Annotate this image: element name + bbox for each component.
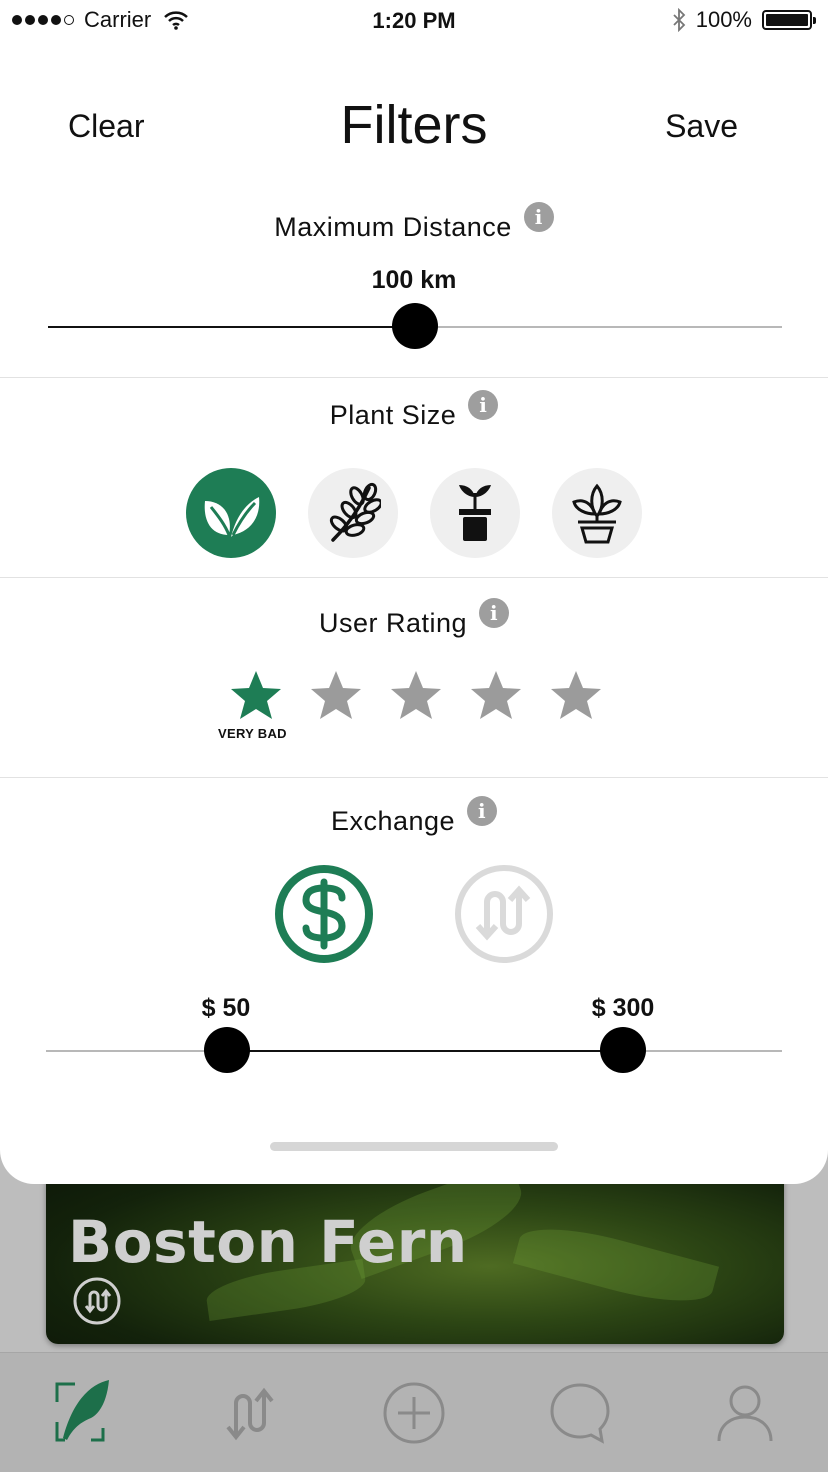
- divider: [0, 577, 828, 578]
- price-slider-max-thumb[interactable]: [600, 1027, 646, 1073]
- info-icon[interactable]: i: [523, 202, 554, 232]
- tab-feed[interactable]: [43, 1373, 123, 1453]
- card-image-decoration: [512, 1214, 720, 1316]
- chat-icon: [550, 1382, 610, 1444]
- profile-icon: [717, 1385, 773, 1441]
- plant-size-title: Plant Size: [329, 400, 457, 430]
- card-title: Boston Fern: [68, 1208, 468, 1276]
- plant-size-option-4[interactable]: [552, 468, 642, 558]
- exchange-option-money[interactable]: [274, 864, 374, 964]
- user-rating-title: User Rating: [318, 608, 468, 638]
- info-icon[interactable]: i: [468, 390, 499, 420]
- rating-caption: VERY BAD: [218, 726, 287, 741]
- tab-exchange[interactable]: [208, 1373, 288, 1453]
- star-icon[interactable]: [466, 666, 526, 726]
- swap-icon: [226, 1387, 274, 1440]
- plant-size-option-2[interactable]: [308, 468, 398, 558]
- exchange-title: Exchange: [330, 806, 456, 836]
- exchange-option-swap[interactable]: [454, 864, 554, 964]
- star-icon[interactable]: [226, 666, 286, 726]
- bluetooth-icon: [673, 8, 685, 32]
- large-potted-plant-icon: [572, 483, 622, 544]
- small-potted-plant-icon: [459, 485, 491, 541]
- tab-bar: [0, 1352, 828, 1472]
- battery-percent: 100%: [695, 7, 752, 32]
- distance-value: 100 km: [371, 266, 457, 294]
- add-icon: [383, 1382, 445, 1443]
- distance-slider-fill: [48, 326, 415, 328]
- info-icon[interactable]: i: [479, 598, 510, 628]
- star-icon[interactable]: [546, 666, 606, 726]
- plant-size-heading: Plant Size i: [0, 390, 828, 432]
- swap-icon: [73, 1277, 121, 1325]
- tab-profile[interactable]: [705, 1373, 785, 1453]
- feather-icon: [55, 1379, 109, 1441]
- save-button[interactable]: Save: [665, 108, 738, 145]
- exchange-heading: Exchange i: [0, 796, 828, 838]
- price-slider-min-thumb[interactable]: [204, 1027, 250, 1073]
- info-icon[interactable]: i: [467, 796, 498, 826]
- distance-title: Maximum Distance: [274, 212, 512, 242]
- branch-icon: [329, 482, 381, 542]
- dollar-icon: [275, 865, 373, 963]
- status-bar: Carrier 1:20 PM 100%: [0, 0, 828, 40]
- sheet-drag-handle[interactable]: [270, 1142, 558, 1151]
- price-slider-fill: [227, 1050, 623, 1052]
- price-min-value: $ 50: [201, 994, 251, 1022]
- plant-size-option-3[interactable]: [430, 468, 520, 558]
- filters-sheet: Carrier 1:20 PM 100% Clear Filters Save …: [0, 0, 828, 1184]
- swap-icon: [455, 865, 553, 963]
- divider: [0, 377, 828, 378]
- user-rating-heading: User Rating i: [0, 598, 828, 640]
- divider: [0, 777, 828, 778]
- sprout-leaves-icon: [204, 497, 260, 537]
- price-max-value: $ 300: [591, 994, 655, 1022]
- star-icon[interactable]: [386, 666, 446, 726]
- distance-slider-thumb[interactable]: [392, 303, 438, 349]
- star-icon[interactable]: [306, 666, 366, 726]
- tab-add[interactable]: [374, 1373, 454, 1453]
- tab-messages[interactable]: [540, 1373, 620, 1453]
- distance-heading: Maximum Distance i: [0, 202, 828, 244]
- plant-size-option-1[interactable]: [186, 468, 276, 558]
- battery-icon: [762, 10, 816, 30]
